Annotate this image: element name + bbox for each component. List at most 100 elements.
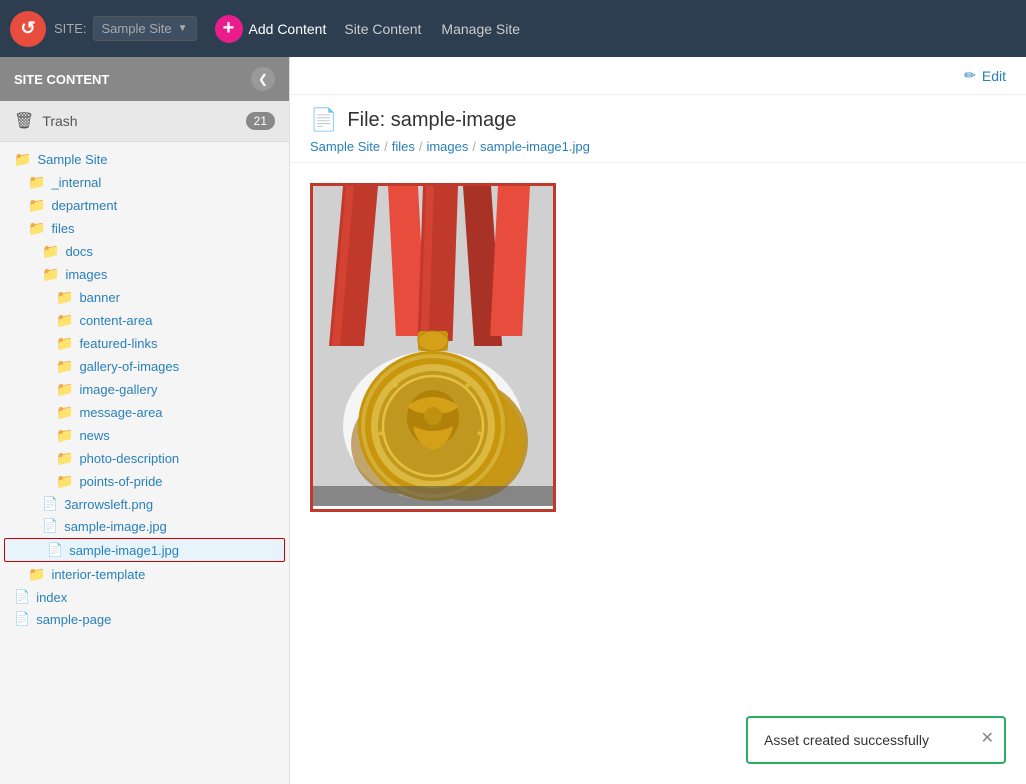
sidebar-collapse-button[interactable]: ❮ bbox=[251, 67, 275, 91]
image-preview: ★ ★ ★ ★ bbox=[310, 183, 556, 512]
tree-item-label: interior-template bbox=[51, 567, 145, 582]
tree-item[interactable]: 📁 department bbox=[0, 194, 289, 217]
site-dropdown[interactable]: Sample Site ▼ bbox=[93, 16, 197, 41]
tree-item-label: files bbox=[51, 221, 74, 236]
folder-icon: 📁 bbox=[14, 151, 31, 168]
edit-button[interactable]: ✏ Edit bbox=[964, 67, 1006, 84]
tree-item-label: 3arrowsleft.png bbox=[64, 497, 153, 512]
tree-item-label: points-of-pride bbox=[79, 474, 162, 489]
breadcrumb-item[interactable]: files bbox=[392, 139, 415, 154]
breadcrumb-separator: / bbox=[472, 139, 476, 154]
toast-notification: Asset created successfully ✕ bbox=[746, 716, 1006, 764]
folder-icon: 📁 bbox=[28, 566, 45, 583]
breadcrumb-item[interactable]: Sample Site bbox=[310, 139, 380, 154]
file-icon: 📄 bbox=[47, 542, 63, 558]
tree-item[interactable]: 📁points-of-pride bbox=[0, 470, 289, 493]
tree-item[interactable]: 📁image-gallery bbox=[0, 378, 289, 401]
folder-icon: 📁 bbox=[28, 174, 45, 191]
tree-item-label: index bbox=[36, 590, 67, 605]
tree-item[interactable]: 📁 Sample Site bbox=[0, 148, 289, 171]
site-label: SITE: bbox=[54, 21, 87, 36]
trash-icon: 🗑 bbox=[14, 111, 34, 131]
tree-item[interactable]: 📁docs bbox=[0, 240, 289, 263]
tree-item[interactable]: 📁photo-description bbox=[0, 447, 289, 470]
svg-text:★: ★ bbox=[377, 429, 384, 438]
toast-close-button[interactable]: ✕ bbox=[981, 728, 994, 748]
tree-item[interactable]: 📁 news bbox=[0, 424, 289, 447]
image-preview-area: ★ ★ ★ ★ bbox=[290, 163, 1026, 784]
toast-message: Asset created successfully bbox=[764, 732, 929, 748]
tree-item[interactable]: 📄 3arrowsleft.png bbox=[0, 493, 289, 515]
sidebar-title: SITE CONTENT bbox=[14, 72, 109, 87]
top-navigation: ↺ SITE: Sample Site ▼ + Add Content Site… bbox=[0, 0, 1026, 57]
tree-item-label: images bbox=[65, 267, 107, 282]
breadcrumb-separator: / bbox=[419, 139, 423, 154]
tree-item[interactable]: 📁 images bbox=[0, 263, 289, 286]
nav-links: Site Content Manage Site bbox=[344, 21, 520, 37]
main-layout: SITE CONTENT ❮ 🗑 Trash 21 📁 Sample Site 📁 _… bbox=[0, 57, 1026, 784]
tree-item-label: gallery-of-images bbox=[79, 359, 179, 374]
chevron-down-icon: ▼ bbox=[178, 23, 188, 34]
folder-icon: 📁 bbox=[56, 312, 73, 329]
trash-item[interactable]: 🗑 Trash 21 bbox=[0, 101, 289, 142]
site-name: Sample Site bbox=[102, 21, 172, 36]
tree-item[interactable]: 📁 _internal bbox=[0, 171, 289, 194]
folder-icon: 📁 bbox=[56, 427, 73, 444]
add-content-label: Add Content bbox=[249, 21, 327, 37]
manage-site-link[interactable]: Manage Site bbox=[441, 21, 520, 37]
file-type-icon: 📄 bbox=[310, 107, 337, 133]
tree-item[interactable]: 📄sample-page bbox=[0, 608, 289, 630]
folder-icon: 📁 bbox=[56, 404, 73, 421]
breadcrumb-separator: / bbox=[384, 139, 388, 154]
tree-item[interactable]: 📄 index bbox=[0, 586, 289, 608]
svg-text:★: ★ bbox=[392, 381, 399, 390]
file-icon: 📄 bbox=[14, 589, 30, 605]
content-header: ✏ Edit bbox=[290, 57, 1026, 95]
content-area: ✏ Edit 📄 File: sample-image Sample Site/… bbox=[290, 57, 1026, 784]
site-content-link[interactable]: Site Content bbox=[344, 21, 421, 37]
tree-item[interactable]: 📁message-area bbox=[0, 401, 289, 424]
file-icon: 📄 bbox=[42, 496, 58, 512]
logo-button[interactable]: ↺ bbox=[10, 11, 46, 47]
sidebar: SITE CONTENT ❮ 🗑 Trash 21 📁 Sample Site 📁 _… bbox=[0, 57, 290, 784]
svg-text:★: ★ bbox=[476, 429, 483, 438]
tree-item[interactable]: 📁 gallery-of-images bbox=[0, 355, 289, 378]
breadcrumb-item[interactable]: sample-image1.jpg bbox=[480, 139, 590, 154]
breadcrumb-item[interactable]: images bbox=[426, 139, 468, 154]
folder-icon: 📁 bbox=[56, 335, 73, 352]
folder-icon: 📁 bbox=[28, 197, 45, 214]
logo-icon: ↺ bbox=[20, 18, 35, 39]
folder-icon: 📁 bbox=[42, 266, 59, 283]
medal-image: ★ ★ ★ ★ bbox=[313, 186, 553, 506]
tree-item[interactable]: 📁 interior-template bbox=[0, 563, 289, 586]
tree-item[interactable]: 📁 files bbox=[0, 217, 289, 240]
folder-icon: 📁 bbox=[42, 243, 59, 260]
sidebar-header: SITE CONTENT ❮ bbox=[0, 57, 289, 101]
tree-item[interactable]: 📁 banner bbox=[0, 286, 289, 309]
tree-item[interactable]: 📁featured-links bbox=[0, 332, 289, 355]
plus-circle-icon: + bbox=[215, 15, 243, 43]
file-icon: 📄 bbox=[42, 518, 58, 534]
tree-item-label: sample-image.jpg bbox=[64, 519, 167, 534]
tree-item[interactable]: 📁content-area bbox=[0, 309, 289, 332]
trash-item-left: 🗑 Trash bbox=[14, 111, 78, 131]
folder-icon: 📁 bbox=[56, 289, 73, 306]
tree-item-label: image-gallery bbox=[79, 382, 157, 397]
breadcrumb: Sample Site/files/images/sample-image1.j… bbox=[310, 139, 1006, 154]
folder-icon: 📁 bbox=[28, 220, 45, 237]
tree-item-label: news bbox=[79, 428, 109, 443]
tree-item[interactable]: 📄 sample-image1.jpg bbox=[4, 538, 285, 562]
tree-item[interactable]: 📄 sample-image.jpg bbox=[0, 515, 289, 537]
folder-icon: 📁 bbox=[56, 358, 73, 375]
tree-item-label: department bbox=[51, 198, 117, 213]
tree-item-label: Sample Site bbox=[37, 152, 107, 167]
svg-text:★: ★ bbox=[464, 381, 471, 390]
tree-item-label: banner bbox=[79, 290, 119, 305]
tree-item-label: photo-description bbox=[79, 451, 179, 466]
pencil-icon: ✏ bbox=[964, 67, 976, 84]
tree-item-label: _internal bbox=[51, 175, 101, 190]
tree-item-label: sample-image1.jpg bbox=[69, 543, 179, 558]
add-content-button[interactable]: + Add Content bbox=[215, 15, 327, 43]
file-icon: 📄 bbox=[14, 611, 30, 627]
file-tree: 📁Sample Site📁_internal📁department📁files📁… bbox=[0, 142, 289, 636]
